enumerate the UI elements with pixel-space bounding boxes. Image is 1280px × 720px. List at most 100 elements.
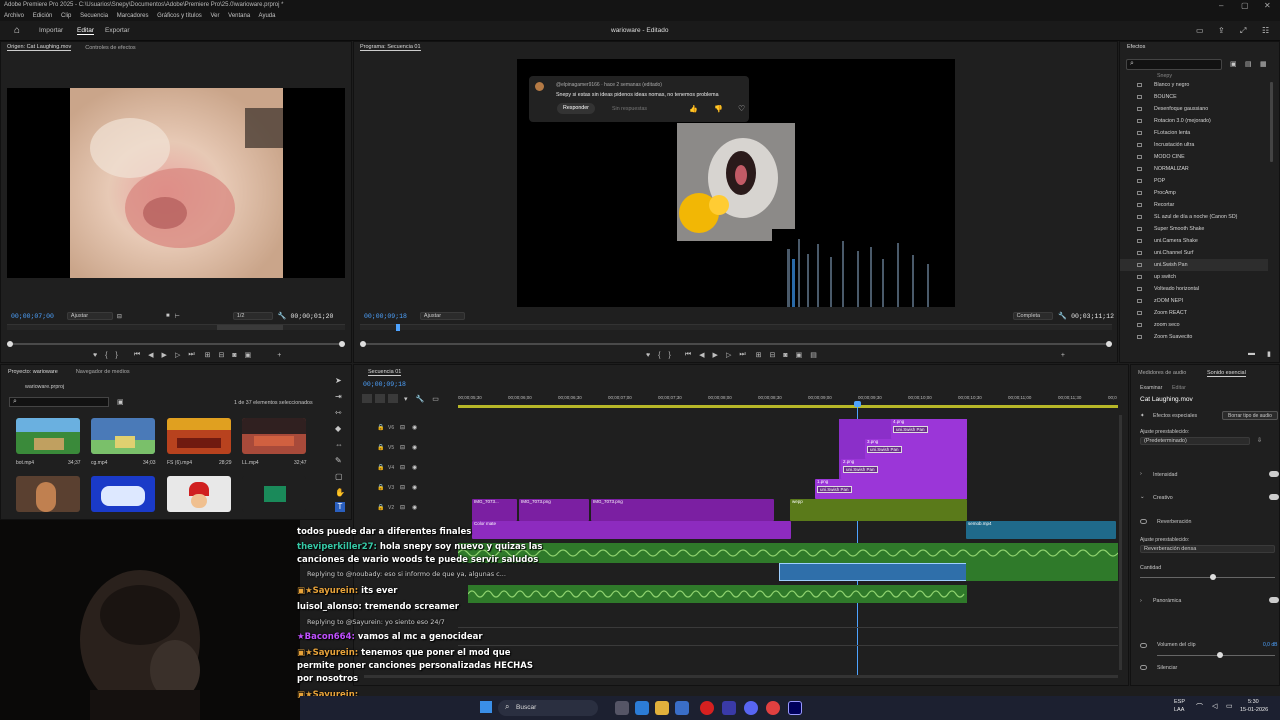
effect-item[interactable]: Desenfoque gaussiano <box>1120 103 1268 115</box>
effects-scrollbar[interactable] <box>1270 82 1273 162</box>
effect-item[interactable]: POP <box>1120 175 1268 187</box>
thumb-audio[interactable] <box>242 476 306 512</box>
button-editor-icon[interactable]: ▤ <box>810 351 817 359</box>
menu-archivo[interactable]: Archivo <box>4 13 24 19</box>
effect-item[interactable]: zOOM NEPI <box>1120 295 1268 307</box>
intensity-toggle[interactable] <box>1269 471 1279 477</box>
taskbar-search[interactable]: ⌕ Buscar <box>498 700 598 716</box>
clip-img-3[interactable]: IMG_7073.png <box>591 499 774 521</box>
add-marker-icon[interactable]: ♥ <box>646 352 650 359</box>
section-intensidad[interactable]: Intensidad <box>1153 472 1177 478</box>
track-name[interactable]: V3 <box>388 485 394 491</box>
reply-button[interactable]: Responder <box>557 103 595 114</box>
effect-item[interactable]: Zoom REACT <box>1120 307 1268 319</box>
settings-icon[interactable]: ⊟ <box>117 313 122 320</box>
volume-slider[interactable] <box>1157 652 1275 658</box>
step-back-icon[interactable]: ◀ <box>148 351 153 359</box>
sync-lock-icon[interactable]: ⊟ <box>400 464 405 471</box>
effect-item[interactable]: Zoom Suavecito <box>1120 331 1268 343</box>
type-tool-icon[interactable]: T <box>335 502 345 512</box>
program-timecode[interactable]: 00;00;09;18 <box>364 313 407 320</box>
menu-secuencia[interactable]: Secuencia <box>80 13 108 19</box>
save-preset-icon[interactable]: ⇩ <box>1257 437 1262 444</box>
go-to-out-icon[interactable]: ⏭ <box>739 351 745 359</box>
lift-icon[interactable]: ⊞ <box>756 351 762 359</box>
clip-4png[interactable]: 4.png uni.Swish Pan <box>891 419 967 439</box>
timeline-vscroll[interactable] <box>1119 415 1122 670</box>
button-editor-icon[interactable]: ▣ <box>245 351 252 359</box>
menu-edicion[interactable]: Edición <box>33 13 53 19</box>
effect-item[interactable]: Volteado horizontal <box>1120 283 1268 295</box>
mute-toggle[interactable] <box>1140 665 1147 670</box>
resolution-dropdown[interactable]: 1/2 <box>232 312 273 320</box>
chevron-right-icon[interactable]: › <box>1140 471 1142 477</box>
sync-lock-icon[interactable]: ⊟ <box>400 424 405 431</box>
audio-clip-a2b[interactable] <box>966 563 1118 581</box>
mark-in-icon[interactable]: { <box>658 352 660 359</box>
effect-item[interactable]: Super Smooth Shake <box>1120 223 1268 235</box>
nest-icon[interactable] <box>388 394 398 403</box>
track-select-icon[interactable]: ⇥ <box>335 392 342 401</box>
section-creativo[interactable]: Creativo <box>1153 495 1173 501</box>
effect-item[interactable]: BOUNCE <box>1120 91 1268 103</box>
premiere-icon[interactable] <box>788 701 802 715</box>
clip-img-2[interactable]: IMG_7073.png <box>519 499 589 521</box>
battery-icon[interactable]: ▭ <box>1226 702 1233 710</box>
notifications-icon[interactable]: ☷ <box>1262 26 1269 35</box>
tab-project[interactable]: Proyecto: warioware <box>8 369 58 375</box>
add-button-icon[interactable]: + <box>277 352 281 359</box>
go-to-in-icon[interactable]: ⏮ <box>134 351 140 359</box>
pen-icon[interactable]: ✎ <box>335 456 342 465</box>
compare-icon[interactable]: ▣ <box>796 351 803 359</box>
clip-img-1[interactable]: IMG_7073... <box>472 499 517 521</box>
chevron-right-icon[interactable]: › <box>1140 598 1142 604</box>
effect-item[interactable]: up switch <box>1120 271 1268 283</box>
effect-item[interactable]: Incrustación ultra <box>1120 139 1268 151</box>
effect-item[interactable]: uni.Channel Surf <box>1120 247 1268 259</box>
export-frame-icon[interactable]: ⊢ <box>175 313 180 320</box>
wifi-icon[interactable]: ⌒ <box>1196 702 1203 712</box>
chrome-icon[interactable] <box>766 701 780 715</box>
mark-out-icon[interactable]: } <box>669 352 671 359</box>
extract-icon[interactable]: ⊟ <box>770 351 776 359</box>
hand-icon[interactable]: ✋ <box>335 488 345 497</box>
sync-lock-icon[interactable]: ⊟ <box>400 484 405 491</box>
quality-dropdown[interactable]: Completa <box>1012 312 1054 320</box>
camera-icon[interactable]: ◙ <box>783 352 787 359</box>
clip-wepp[interactable]: wepp <box>790 499 967 521</box>
creative-toggle[interactable] <box>1269 494 1279 500</box>
wrench-icon[interactable]: 🔧 <box>1058 312 1067 320</box>
eye-icon[interactable]: ◉ <box>412 484 417 491</box>
tab-essential-sound[interactable]: Sonido esencial <box>1207 370 1246 377</box>
marker-icon[interactable]: ■ <box>166 313 170 319</box>
effect-item[interactable]: Recortar <box>1120 199 1268 211</box>
playhead-handle[interactable] <box>854 401 861 407</box>
project-search-input[interactable]: ⌕ <box>9 397 109 407</box>
rectangle-icon[interactable]: ▢ <box>335 472 343 481</box>
effect-item[interactable]: SL azul de día a noche (Canon SD) <box>1120 211 1268 223</box>
maximize-icon[interactable]: ▢ <box>1241 0 1249 11</box>
captions-icon[interactable]: ▭ <box>432 395 439 403</box>
effect-item[interactable]: ProcAmp <box>1120 187 1268 199</box>
tab-audio-meters[interactable]: Medidores de audio <box>1138 370 1186 376</box>
thumb-cg[interactable] <box>91 418 155 454</box>
wrench-icon[interactable]: 🔧 <box>278 312 287 320</box>
chevron-down-icon[interactable]: ⌄ <box>1140 494 1145 500</box>
thumb-ll[interactable] <box>242 418 306 454</box>
app-icon[interactable] <box>722 701 736 715</box>
folder-icon[interactable]: ▤ <box>1245 60 1252 68</box>
camera-icon[interactable]: ◙ <box>232 352 236 359</box>
timeline-timecode[interactable]: 00;00;09;18 <box>363 381 406 388</box>
reverb-preset-dropdown[interactable]: Reverberación densa <box>1140 545 1275 553</box>
program-scrollbar[interactable] <box>360 341 1112 347</box>
panning-toggle[interactable] <box>1269 597 1279 603</box>
filter-icon[interactable]: ▦ <box>1260 60 1267 68</box>
tab-program[interactable]: Programa: Secuencia 01 <box>360 44 421 51</box>
minimize-icon[interactable]: – <box>1219 0 1223 11</box>
eye-icon[interactable]: ◉ <box>412 444 417 451</box>
step-forward-icon[interactable]: ▷ <box>175 351 180 359</box>
program-ruler[interactable] <box>360 324 1112 331</box>
fullscreen-icon[interactable]: ⤢ <box>1240 26 1246 36</box>
lock-icon[interactable]: 🔒 <box>377 504 384 511</box>
play-icon[interactable]: ▶ <box>162 351 167 359</box>
